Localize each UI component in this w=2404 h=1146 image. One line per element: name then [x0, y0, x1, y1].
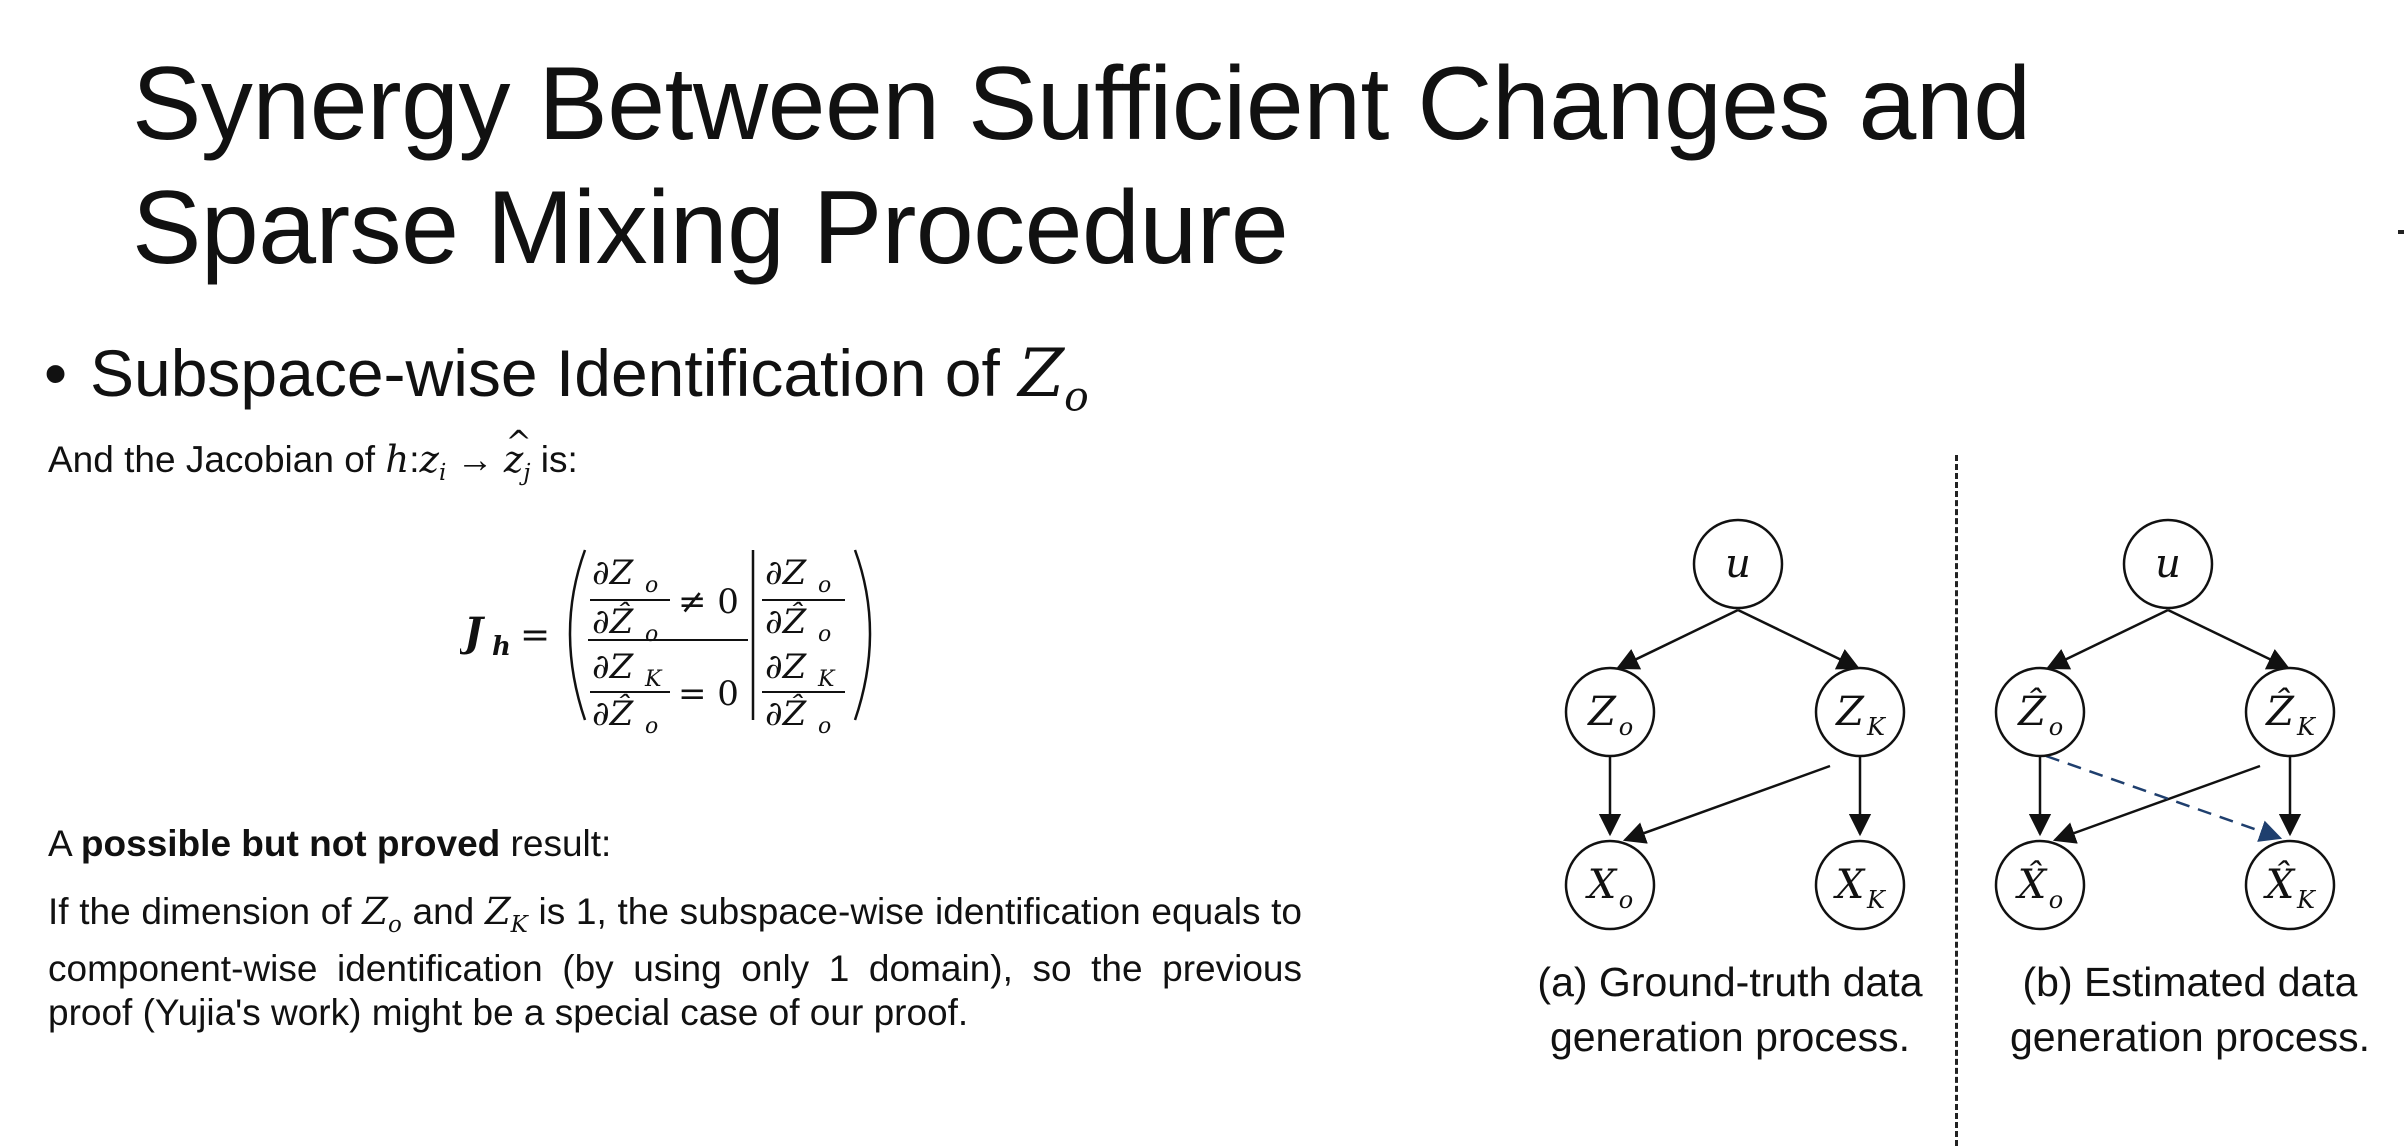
edge-u-zhat-o	[2045, 608, 2169, 670]
svg-text:K: K	[2296, 713, 2317, 741]
svg-text:Z: Z	[1586, 689, 1617, 735]
mapping-zhat-j: zj	[504, 417, 531, 486]
edge-u-zo	[1615, 608, 1739, 670]
bullet-dot-icon: •	[44, 336, 68, 410]
cell-top-right: ∂Z o ∂Ẑ o	[762, 553, 845, 647]
edge-u-zk	[1737, 608, 1861, 670]
bullet-heading-symbol: Zo	[1018, 335, 1089, 421]
svg-text:o: o	[1619, 713, 1633, 741]
svg-text:K: K	[817, 667, 836, 692]
result-paragraph: If the dimension of Zo and ZK is 1, the …	[48, 890, 1302, 1034]
edge-zhat-k-xhat-o	[2052, 764, 2261, 844]
svg-text:o: o	[2049, 886, 2063, 914]
caption-ground-truth: (a) Ground-truth data generation process…	[1537, 959, 1923, 1060]
svg-text:Ẑ: Ẑ	[2016, 688, 2047, 735]
mapping-h: h	[385, 438, 410, 481]
svg-text:X̂: X̂	[2015, 862, 2048, 908]
cell-top-left: ∂Z o ∂Ẑ o ≠ 0	[590, 553, 739, 647]
svg-text:o: o	[818, 622, 831, 647]
svg-text:∂Z: ∂Z	[592, 647, 635, 687]
svg-text:∂Ẑ: ∂Ẑ	[765, 601, 808, 642]
svg-text:o: o	[1619, 886, 1633, 914]
svg-text:X̂: X̂	[2263, 862, 2296, 908]
label-u-left: u	[1725, 541, 1751, 587]
svg-text:= 0: = 0	[678, 674, 739, 714]
svg-text:∂Z: ∂Z	[765, 553, 808, 593]
svg-text:Ẑ: Ẑ	[2264, 688, 2295, 735]
right-paren	[853, 549, 872, 721]
bullet-heading: • Subspace-wise Identification of Zo	[44, 328, 1089, 421]
bullet-heading-text: Subspace-wise Identification of	[90, 336, 1019, 410]
svg-text:∂Ẑ: ∂Ẑ	[765, 693, 808, 734]
left-paren	[568, 549, 587, 721]
svg-text:o: o	[645, 573, 658, 598]
jacobian-equation: J h = ∂Z o ∂Ẑ o ≠ 0 ∂Z K ∂Ẑ o = 0 ∂Z o ∂…	[460, 549, 872, 739]
svg-text:K: K	[644, 667, 663, 692]
equation-lhs: J	[460, 609, 486, 656]
mapping-z-i: zi	[419, 438, 447, 487]
svg-text:o: o	[645, 714, 658, 739]
jacobian-intro: And the Jacobian of h:zi → zj is:	[48, 417, 578, 499]
svg-text:o: o	[2049, 713, 2063, 741]
svg-text:∂Z: ∂Z	[765, 647, 808, 687]
edge-zk-xo	[1622, 764, 1831, 844]
svg-text:K: K	[1866, 713, 1887, 741]
svg-text:∂Z: ∂Z	[592, 553, 635, 593]
svg-text:K: K	[2296, 886, 2317, 914]
svg-text:≠ 0: ≠ 0	[678, 582, 739, 622]
cell-bottom-right: ∂Z K ∂Ẑ o	[762, 647, 845, 739]
svg-text:K: K	[1866, 886, 1887, 914]
svg-text:u: u	[2155, 541, 2181, 587]
edge-u-zhat-k	[2167, 608, 2291, 670]
slide-title: Synergy Between Sufficient Changes and S…	[132, 42, 2282, 290]
svg-text:∂Ẑ: ∂Ẑ	[592, 601, 635, 642]
slide-title-line-1: Synergy Between Sufficient Changes and	[132, 46, 2031, 162]
svg-text:o: o	[818, 714, 831, 739]
edge-artifact	[2398, 230, 2404, 234]
svg-text:o: o	[818, 573, 831, 598]
svg-text:X: X	[1585, 862, 1618, 908]
svg-text:o: o	[645, 622, 658, 647]
slide-title-line-2: Sparse Mixing Procedure	[132, 170, 1289, 286]
svg-text:X: X	[1833, 862, 1866, 908]
svg-text:h: h	[492, 632, 511, 662]
possible-result-line: A possible but not proved result:	[48, 823, 612, 864]
equation-equals: =	[520, 615, 550, 656]
caption-estimated: (b) Estimated data generation process.	[2009, 959, 2371, 1060]
edge-zhat-o-xhat-k-dashed	[2045, 754, 2283, 842]
svg-text:∂Ẑ: ∂Ẑ	[592, 693, 635, 734]
svg-text:Z: Z	[1834, 689, 1865, 735]
cell-bottom-left: ∂Z K ∂Ẑ o = 0	[590, 647, 739, 739]
